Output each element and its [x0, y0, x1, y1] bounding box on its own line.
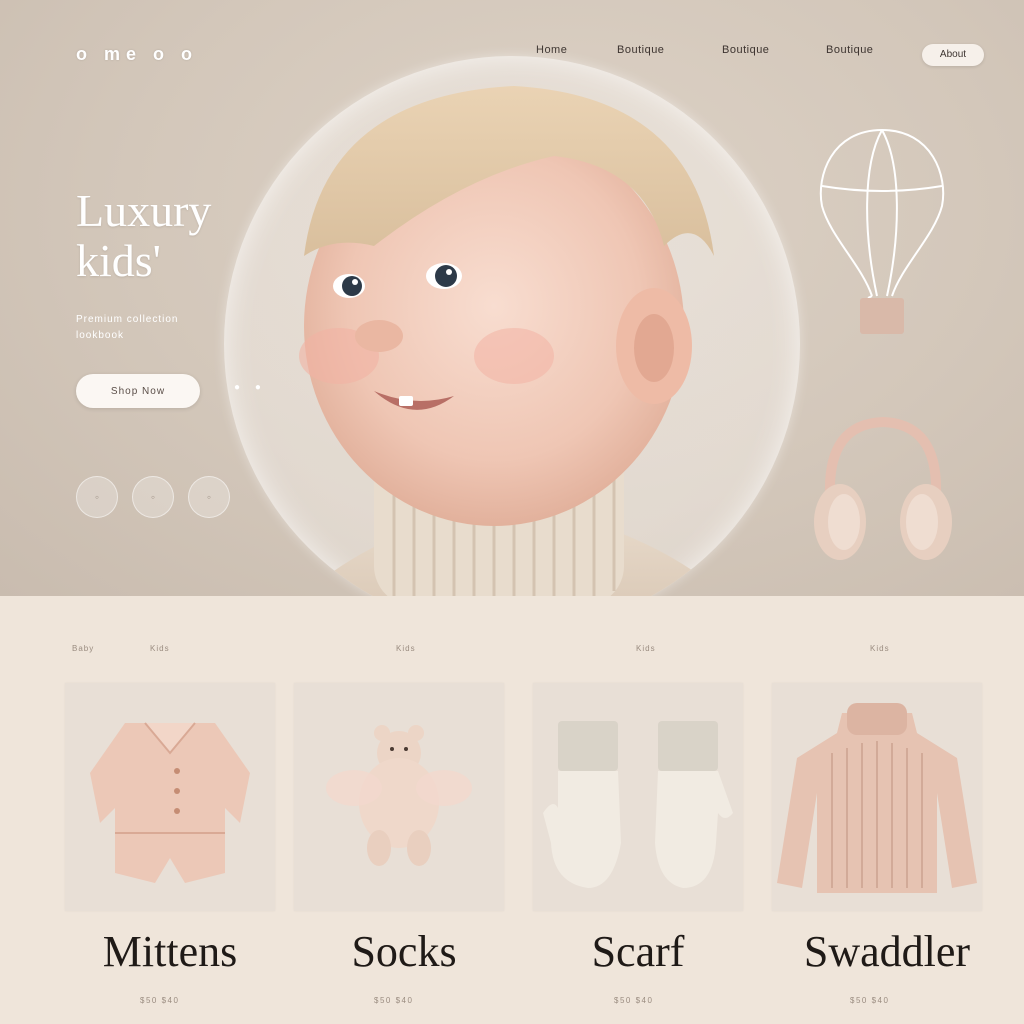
product-card-mittens[interactable]	[65, 683, 275, 911]
product-card-swaddler[interactable]	[772, 683, 982, 911]
product-name-socks[interactable]: Socks	[294, 926, 514, 977]
hero-thumbnail-row: ◦ ◦ ◦	[76, 476, 236, 520]
product-card-scarf[interactable]	[533, 683, 743, 911]
hot-air-balloon-icon	[819, 129, 945, 334]
thumbnail-button-2[interactable]: ◦	[132, 476, 174, 518]
about-button[interactable]: About	[922, 44, 984, 66]
teddy-bear-image	[294, 683, 504, 911]
romper-image	[65, 683, 275, 911]
nav-item-home[interactable]: Home	[536, 44, 567, 56]
hero-portrait	[224, 56, 800, 596]
nav-item-boutique-2[interactable]: Boutique	[722, 44, 769, 56]
carousel-indicator[interactable]: ● ●	[234, 382, 267, 393]
product-name-swaddler[interactable]: Swaddler	[772, 926, 1002, 977]
mittens-image	[533, 683, 743, 911]
shop-now-button[interactable]: Shop Now	[76, 374, 200, 408]
category-label-4: Kids	[636, 644, 656, 653]
nav-item-boutique[interactable]: Boutique	[617, 44, 664, 56]
category-label-5: Kids	[870, 644, 890, 653]
hero-subtext: Premium collection lookbook	[76, 314, 179, 341]
category-label-2: Kids	[150, 644, 170, 653]
sweater-image	[772, 683, 982, 911]
price-swaddler: $50 $40	[850, 996, 890, 1005]
product-name-mittens[interactable]: Mittens	[65, 926, 275, 977]
price-mittens: $50 $40	[140, 996, 180, 1005]
product-card-socks[interactable]	[294, 683, 504, 911]
headline-line-2: kids'	[76, 235, 161, 286]
category-label-1: Baby	[72, 644, 95, 653]
thumbnail-button-1[interactable]: ◦	[76, 476, 118, 518]
baby-portrait-illustration	[299, 86, 727, 596]
earmuffs-icon	[814, 416, 952, 560]
nav-item-boutique-3[interactable]: Boutique	[826, 44, 873, 56]
thumbnail-button-3[interactable]: ◦	[188, 476, 230, 518]
price-scarf: $50 $40	[614, 996, 654, 1005]
hero-headline: Luxury kids'	[76, 186, 211, 286]
category-label-3: Kids	[396, 644, 416, 653]
hero-banner: o me o o Home Boutique Boutique Boutique…	[0, 0, 1024, 596]
headline-line-1: Luxury	[76, 185, 212, 236]
price-socks: $50 $40	[374, 996, 414, 1005]
product-name-scarf[interactable]: Scarf	[533, 926, 743, 977]
